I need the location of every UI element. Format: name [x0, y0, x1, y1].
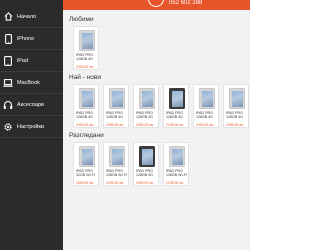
product-price: 2199.00 лв. [106, 181, 124, 185]
product-card[interactable]: IPAD PRO 128GB 4G 2499.00 лв. [73, 84, 99, 128]
ipad-image [169, 146, 185, 167]
laptop-icon [3, 78, 13, 88]
sidebar-item-label: Настройки [17, 123, 44, 130]
product-card[interactable]: IPAD PRO 128GB 4G 2499.00 лв. [133, 84, 159, 128]
product-name: IPAD PRO 128GB 4G [226, 111, 243, 119]
sidebar-item-label: Начало [17, 13, 37, 20]
ipad-image [109, 88, 125, 109]
main-content: Любими IPAD PRO 128GB 4G 2499.00 лв. Най… [63, 10, 250, 250]
product-name: IPAD PRO 128GB 4G [136, 169, 153, 177]
product-card[interactable]: IPAD PRO 128GB WI-FI 2199.00 лв. [163, 142, 189, 186]
header-bar: 052 602 288 [63, 0, 250, 10]
product-card[interactable]: IPAD PRO 128GB 4G 2499.00 лв. [73, 26, 99, 70]
ipad-image [79, 88, 95, 109]
headphones-icon [3, 100, 13, 110]
product-card[interactable]: IPAD PRO 128GB 4G 2499.00 лв. [223, 84, 249, 128]
sidebar: Начало iPhone iPad MacBook Аксесоари Нас… [0, 0, 63, 250]
product-price: 2499.00 лв. [226, 123, 244, 127]
sidebar-item-label: iPad [17, 57, 29, 64]
sidebar-item-accessories[interactable]: Аксесоари [0, 94, 63, 116]
product-price: 2499.00 лв. [136, 123, 154, 127]
sidebar-item-label: MacBook [17, 79, 40, 86]
product-name: IPAD PRO 128GB WI-FI [106, 169, 127, 177]
ipad-image [79, 146, 95, 167]
header-phone-number[interactable]: 052 602 288 [169, 0, 202, 7]
sidebar-item-macbook[interactable]: MacBook [0, 72, 63, 94]
product-card[interactable]: IPAD PRO 128GB WI-FI 2199.00 лв. [103, 142, 129, 186]
product-card[interactable]: IPAD PRO 128GB 4G 2499.00 лв. [193, 84, 219, 128]
product-card[interactable]: IPAD PRO 128GB 4G 2499.00 лв. [133, 142, 159, 186]
product-price: 2499.00 лв. [106, 123, 124, 127]
ipad-image [139, 88, 155, 109]
product-name: IPAD PRO 128GB 4G [106, 111, 123, 119]
product-name: IPAD PRO 128GB 4G [76, 111, 93, 119]
sidebar-item-ipad[interactable]: iPad [0, 50, 63, 72]
section-title-favorites: Любими [69, 16, 94, 23]
ipad-image [139, 146, 155, 167]
product-price: 2499.00 лв. [76, 123, 94, 127]
phone-icon [3, 33, 13, 44]
product-price: 1899.00 лв. [76, 181, 94, 185]
sidebar-item-label: iPhone [17, 35, 35, 42]
call-button[interactable] [148, 0, 164, 7]
ipad-image [79, 30, 95, 51]
sidebar-item-label: Аксесоари [17, 101, 45, 108]
product-name: IPAD PRO 128GB 4G [136, 111, 153, 119]
section-title-newest: Най - нови [69, 74, 102, 81]
ipad-image [199, 88, 215, 109]
ipad-image [169, 88, 185, 109]
sidebar-item-settings[interactable]: Настройки [0, 116, 63, 138]
product-card[interactable]: IPAD PRO 128GB 4G 2199.00 лв. [163, 84, 189, 128]
product-card[interactable]: IPAD PRO 128GB 4G 2499.00 лв. [103, 84, 129, 128]
sidebar-item-home[interactable]: Начало [0, 6, 63, 28]
sidebar-item-iphone[interactable]: iPhone [0, 28, 63, 50]
product-price: 2199.00 лв. [166, 181, 184, 185]
product-name: IPAD PRO 128GB 4G [76, 53, 93, 61]
home-icon [3, 12, 13, 22]
product-name: IPAD PRO 128GB 4G [166, 111, 183, 119]
product-name: IPAD PRO 32GB WI-FI [76, 169, 95, 177]
product-price: 2199.00 лв. [166, 123, 184, 127]
product-name: IPAD PRO 128GB WI-FI [166, 169, 187, 177]
product-price: 2499.00 лв. [196, 123, 214, 127]
tablet-icon [3, 55, 13, 66]
ipad-image [229, 88, 245, 109]
gear-icon [3, 122, 13, 132]
product-card[interactable]: IPAD PRO 32GB WI-FI 1899.00 лв. [73, 142, 99, 186]
ipad-image [109, 146, 125, 167]
product-price: 2499.00 лв. [136, 181, 154, 185]
product-price: 2499.00 лв. [76, 65, 94, 69]
section-title-viewed: Разгледани [69, 132, 104, 139]
product-name: IPAD PRO 128GB 4G [196, 111, 213, 119]
